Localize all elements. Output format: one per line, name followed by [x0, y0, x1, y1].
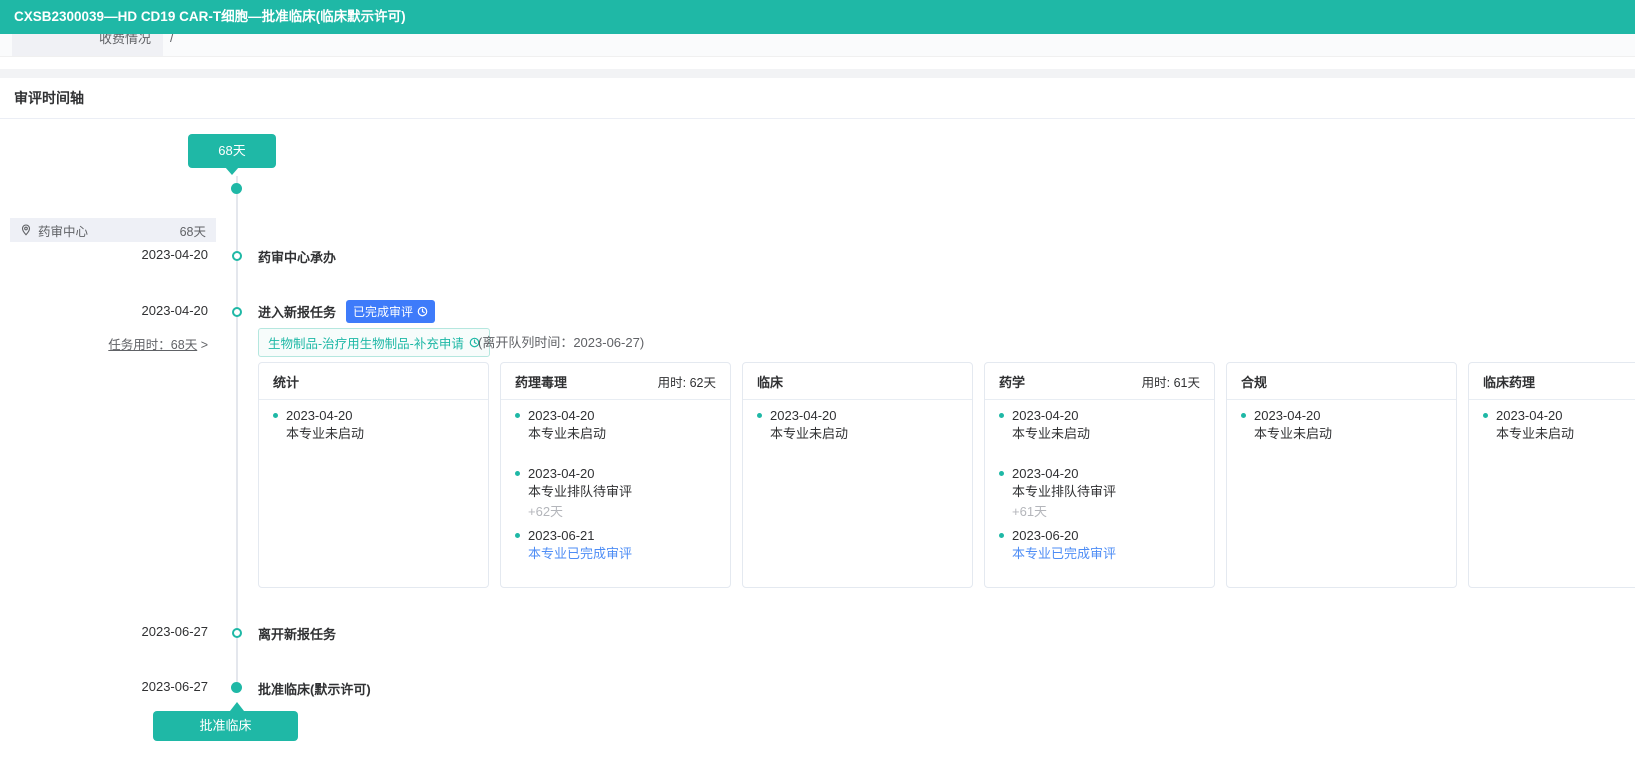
review-center-name: 药审中心 [38, 221, 88, 240]
status-badge: 已完成审评 [346, 300, 435, 323]
bullet-dot-icon [999, 471, 1004, 476]
card-clinical-pharmacology: 临床药理 2023-04-20 本专业未启动 [1468, 362, 1635, 588]
event-title: 进入新报任务 [258, 302, 336, 321]
review-center-duration: 68天 [180, 221, 206, 240]
event-title: 批准临床(默示许可) [258, 679, 371, 698]
card-entry: 2023-04-20 本专业排队待审评 [999, 465, 1200, 501]
card-duration: 用时: 62天 [658, 372, 716, 391]
event-title: 药审中心承办 [258, 247, 336, 266]
entry-date: 2023-06-21 [528, 527, 716, 545]
event-date: 2023-06-27 [98, 679, 208, 694]
queue-leave-time-note: (离开队列时间：2023-06-27) [478, 332, 644, 351]
entry-date: 2023-04-20 [1496, 407, 1635, 425]
card-clinical: 临床 2023-04-20 本专业未启动 [742, 362, 973, 588]
card-entry: 2023-06-20 本专业已完成审评 [999, 527, 1200, 563]
entry-status: 本专业未启动 [770, 425, 958, 443]
entry-date: 2023-04-20 [770, 407, 958, 425]
card-compliance: 合规 2023-04-20 本专业未启动 [1226, 362, 1457, 588]
task-duration-link-row: 任务用时：68天 > [98, 334, 208, 353]
entry-date: 2023-04-20 [286, 407, 474, 425]
queue-days-note: +62天 [528, 503, 716, 521]
entry-date: 2023-04-20 [1012, 465, 1200, 483]
bullet-dot-icon [999, 533, 1004, 538]
entry-status: 本专业未启动 [528, 425, 716, 443]
entry-date: 2023-04-20 [1254, 407, 1442, 425]
entry-status: 本专业未启动 [1254, 425, 1442, 443]
card-title: 药学 [999, 372, 1025, 391]
card-pharmacology-toxicology: 药理毒理 用时: 62天 2023-04-20 本专业未启动 2023-04-2… [500, 362, 731, 588]
entry-status: 本专业未启动 [1496, 425, 1635, 443]
approval-badge: 批准临床 [153, 711, 298, 741]
bullet-dot-icon [515, 533, 520, 538]
panel-divider [0, 69, 1635, 78]
specialty-cards: 统计 2023-04-20 本专业未启动 药理毒理 用时: 6 [258, 362, 1635, 588]
task-duration-link[interactable]: 任务用时：68天 [108, 338, 197, 352]
card-entry: 2023-04-20 本专业未启动 [273, 407, 474, 443]
panel-gap [0, 57, 1635, 69]
card-title: 临床 [757, 372, 783, 391]
info-row-value: / [170, 34, 174, 57]
entry-status: 本专业排队待审评 [1012, 483, 1200, 501]
event-date: 2023-04-20 [98, 303, 208, 318]
card-entry: 2023-04-20 本专业未启动 [999, 407, 1200, 443]
card-title: 合规 [1241, 372, 1267, 391]
location-pin-icon [20, 224, 32, 236]
application-type-tag: 生物制品-治疗用生物制品-补充申请 [258, 328, 490, 357]
event-node-open [232, 307, 242, 317]
section-title: 审评时间轴 [0, 78, 1635, 119]
entry-date: 2023-04-20 [528, 407, 716, 425]
event-title: 离开新报任务 [258, 624, 336, 643]
event-node-open [232, 628, 242, 638]
page-title: CXSB2300039—HD CD19 CAR-T细胞—批准临床(临床默示许可) [14, 9, 406, 24]
info-row-fee: 收费情况 / [0, 34, 1635, 57]
timeline-panel: 审评时间轴 68天 药审中心 68天 2023-04-20 药审中心承办 202… [0, 78, 1635, 768]
card-entry: 2023-04-20 本专业排队待审评 [515, 465, 716, 501]
event-title-row: 进入新报任务 已完成审评 [258, 300, 435, 323]
bullet-dot-icon [273, 413, 278, 418]
entry-date: 2023-04-20 [1012, 407, 1200, 425]
total-duration-badge: 68天 [188, 134, 276, 168]
card-entry: 2023-04-20 本专业未启动 [1241, 407, 1442, 443]
entry-status-link[interactable]: 本专业已完成审评 [1012, 545, 1200, 563]
timeline-end-dot [231, 682, 242, 693]
entry-status: 本专业未启动 [1012, 425, 1200, 443]
chevron-right-icon[interactable]: > [201, 338, 208, 352]
entry-date: 2023-06-20 [1012, 527, 1200, 545]
clock-icon [417, 306, 428, 317]
card-statistics: 统计 2023-04-20 本专业未启动 [258, 362, 489, 588]
entry-status: 本专业未启动 [286, 425, 474, 443]
event-node-open [232, 251, 242, 261]
page-title-bar: CXSB2300039—HD CD19 CAR-T细胞—批准临床(临床默示许可) [0, 0, 1635, 34]
queue-days-note: +61天 [1012, 503, 1200, 521]
review-timeline-page: CXSB2300039—HD CD19 CAR-T细胞—批准临床(临床默示许可)… [0, 0, 1635, 768]
bullet-dot-icon [515, 471, 520, 476]
card-title: 药理毒理 [515, 372, 567, 391]
card-entry: 2023-06-21 本专业已完成审评 [515, 527, 716, 563]
card-entry: 2023-04-20 本专业未启动 [757, 407, 958, 443]
entry-status-link[interactable]: 本专业已完成审评 [528, 545, 716, 563]
card-title: 临床药理 [1483, 372, 1535, 391]
badge-pointer-up [230, 702, 244, 711]
card-pharmaceutics: 药学 用时: 61天 2023-04-20 本专业未启动 2023-04-20 … [984, 362, 1215, 588]
bullet-dot-icon [999, 413, 1004, 418]
bullet-dot-icon [1241, 413, 1246, 418]
bullet-dot-icon [515, 413, 520, 418]
event-date: 2023-06-27 [98, 624, 208, 639]
timeline-start-dot [231, 183, 242, 194]
card-duration: 用时: 61天 [1142, 372, 1200, 391]
bullet-dot-icon [1483, 413, 1488, 418]
card-entry: 2023-04-20 本专业未启动 [1483, 407, 1635, 443]
event-date: 2023-04-20 [98, 247, 208, 262]
review-center-bar: 药审中心 68天 [10, 218, 216, 242]
info-row-label: 收费情况 [12, 34, 163, 57]
timeline: 68天 药审中心 68天 2023-04-20 药审中心承办 2023-04-2… [0, 119, 1635, 767]
card-entry: 2023-04-20 本专业未启动 [515, 407, 716, 443]
entry-date: 2023-04-20 [528, 465, 716, 483]
card-title: 统计 [273, 372, 299, 391]
bullet-dot-icon [757, 413, 762, 418]
entry-status: 本专业排队待审评 [528, 483, 716, 501]
badge-pointer-down [225, 167, 239, 175]
